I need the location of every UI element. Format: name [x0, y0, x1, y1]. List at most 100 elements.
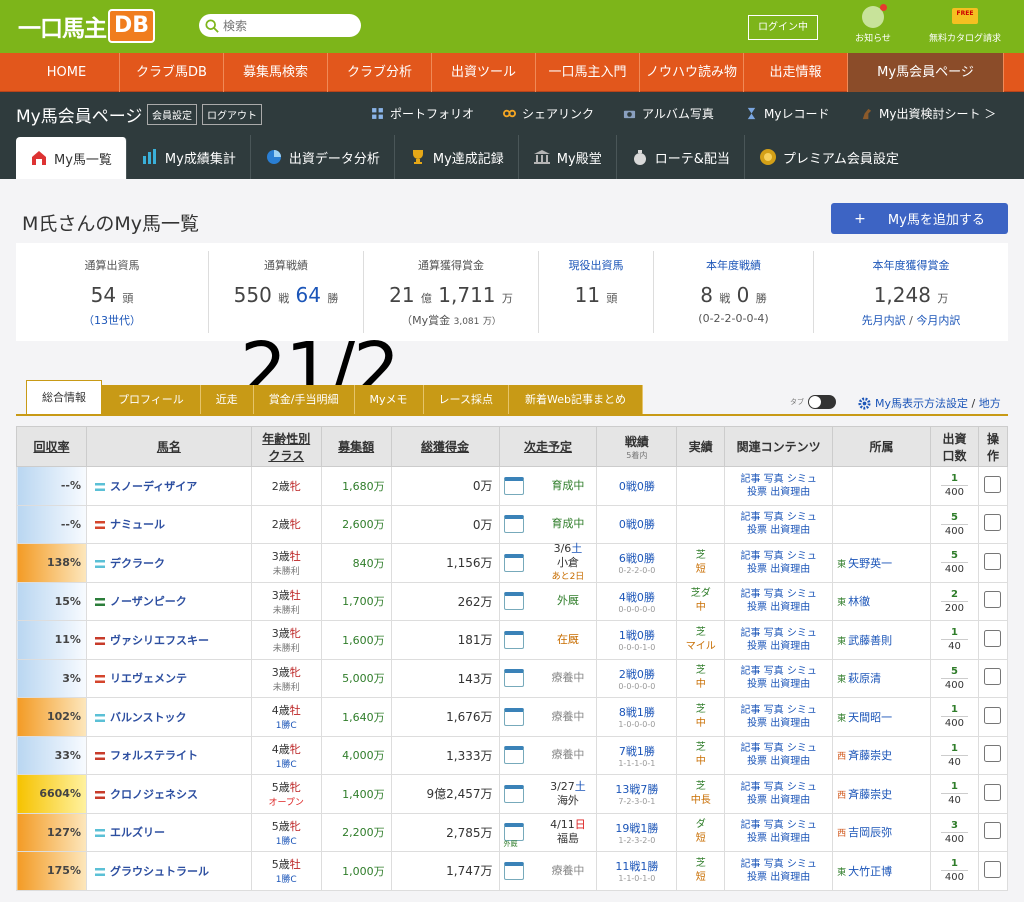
calendar-icon[interactable]	[503, 746, 524, 765]
tab-toggle[interactable]: タブ	[790, 395, 836, 409]
my-record-link[interactable]: Myレコード	[745, 105, 829, 122]
row-checkbox[interactable]	[984, 629, 1002, 647]
nav-home[interactable]: HOME	[14, 53, 120, 92]
calendar-icon[interactable]	[503, 592, 524, 611]
related-content[interactable]: 記事 写真 シミュ 投票 出資理由	[724, 620, 834, 660]
related-links-bottom[interactable]: 投票 出資理由	[747, 602, 810, 613]
related-content[interactable]: 記事 写真 シミュ 投票 出資理由	[724, 774, 834, 814]
row-checkbox[interactable]	[984, 552, 1002, 570]
race-record-link[interactable]: 0戦0勝	[596, 504, 678, 544]
info-tab-prize[interactable]: 賞金/手当明細	[253, 385, 355, 415]
related-content[interactable]: 記事 写真 シミュ 投票 出資理由	[724, 543, 834, 583]
col-horse-name[interactable]: 馬名	[85, 426, 252, 467]
horse-name-link[interactable]: クロノジェネシス	[85, 774, 252, 814]
tab-hall-of-fame[interactable]: My殿堂	[519, 135, 617, 179]
display-settings-link[interactable]: My馬表示方法設定 / 地方	[858, 395, 1001, 411]
related-links-bottom[interactable]: 投票 出資理由	[747, 487, 810, 498]
related-content[interactable]: 記事 写真 シミュ 投票 出資理由	[724, 851, 834, 891]
related-content[interactable]: 記事 写真 シミュ 投票 出資理由	[724, 466, 834, 506]
stable-link[interactable]: 東林徹	[832, 581, 931, 621]
stat-generations-link[interactable]: （13世代）	[16, 312, 208, 328]
horse-name-link[interactable]: エルズリー	[85, 812, 252, 852]
tab-premium-settings[interactable]: プレミアム会員設定	[745, 135, 913, 179]
related-links-bottom[interactable]: 投票 出資理由	[747, 564, 810, 575]
related-links-bottom[interactable]: 投票 出資理由	[747, 795, 810, 806]
stable-link[interactable]: 東萩原清	[832, 658, 931, 698]
info-tab-memo[interactable]: Myメモ	[354, 385, 424, 415]
related-links-bottom[interactable]: 投票 出資理由	[747, 872, 810, 883]
portfolio-link[interactable]: ポートフォリオ	[371, 105, 474, 122]
horse-name-link[interactable]: リエヴェメンテ	[85, 658, 252, 698]
catalog-request-button[interactable]: FREE 無料カタログ請求	[924, 8, 1006, 44]
calendar-icon[interactable]	[503, 707, 524, 726]
horse-name-link[interactable]: スノーディザイア	[85, 466, 252, 506]
col-offer-amount[interactable]: 募集額	[320, 426, 392, 467]
row-checkbox[interactable]	[984, 475, 1002, 493]
row-checkbox[interactable]	[984, 860, 1002, 878]
row-checkbox[interactable]	[984, 783, 1002, 801]
album-link[interactable]: アルバム写真	[623, 105, 714, 122]
this-month-link[interactable]: 今月内訳	[916, 314, 960, 327]
race-record-link[interactable]: 7戦1勝 1-1-1-0-1	[596, 735, 678, 775]
site-logo[interactable]: 一口馬主 DB	[18, 9, 156, 43]
info-tab-race-score[interactable]: レース採点	[423, 385, 509, 415]
info-tab-recent[interactable]: 近走	[200, 385, 254, 415]
stable-link[interactable]: 西吉岡辰弥	[832, 812, 931, 852]
row-checkbox[interactable]	[984, 745, 1002, 763]
horse-name-link[interactable]: ナミュール	[85, 504, 252, 544]
related-links-bottom[interactable]: 投票 出資理由	[747, 641, 810, 652]
horse-name-link[interactable]: グラウシュトラール	[85, 851, 252, 891]
logout-button[interactable]: ログアウト	[202, 104, 262, 125]
info-tab-web-articles[interactable]: 新着Web記事まとめ	[508, 385, 643, 415]
related-links-top[interactable]: 記事 写真 シミュ	[740, 820, 816, 831]
last-month-link[interactable]: 先月内訳	[862, 314, 906, 327]
stable-link[interactable]	[832, 466, 931, 506]
related-content[interactable]: 記事 写真 シミュ 投票 出資理由	[724, 812, 834, 852]
race-record-link[interactable]: 4戦0勝 0-0-0-0-0	[596, 581, 678, 621]
stable-link[interactable]	[832, 504, 931, 544]
horse-name-link[interactable]: デクラーク	[85, 543, 252, 583]
share-link[interactable]: シェアリンク	[503, 105, 594, 122]
nav-knowhow[interactable]: ノウハウ読み物	[640, 53, 744, 92]
col-next-race[interactable]: 次走予定	[498, 426, 598, 467]
tab-investment-analysis[interactable]: 出資データ分析	[251, 135, 395, 179]
race-record-link[interactable]: 11戦1勝 1-1-0-1-0	[596, 851, 678, 891]
area-link[interactable]: 地方	[979, 395, 1001, 411]
stable-link[interactable]: 東矢野英一	[832, 543, 931, 583]
nav-club-db[interactable]: クラブ馬DB	[120, 53, 224, 92]
calendar-icon[interactable]	[503, 515, 524, 534]
race-record-link[interactable]: 6戦0勝 0-2-2-0-0	[596, 543, 678, 583]
horse-name-link[interactable]: ヴァシリエフスキー	[85, 620, 252, 660]
toggle-switch[interactable]	[808, 395, 836, 409]
related-links-top[interactable]: 記事 写真 シミュ	[740, 551, 816, 562]
info-tab-summary[interactable]: 総合情報	[26, 380, 102, 415]
nav-beginner[interactable]: 一口馬主入門	[536, 53, 640, 92]
row-checkbox[interactable]	[984, 514, 1002, 532]
related-content[interactable]: 記事 写真 シミュ 投票 出資理由	[724, 735, 834, 775]
race-record-link[interactable]: 2戦0勝 0-0-0-0-0	[596, 658, 678, 698]
race-record-link[interactable]: 0戦0勝	[596, 466, 678, 506]
stable-link[interactable]: 東武藤善則	[832, 620, 931, 660]
horse-name-link[interactable]: フォルステライト	[85, 735, 252, 775]
race-record-link[interactable]: 19戦1勝 1-2-3-2-0	[596, 812, 678, 852]
nav-invest-tools[interactable]: 出資ツール	[432, 53, 536, 92]
horse-name-link[interactable]: ノーザンピーク	[85, 581, 252, 621]
add-horse-button[interactable]: + My馬を追加する	[831, 203, 1008, 234]
stat-label-link[interactable]: 本年度獲得賞金	[814, 257, 1008, 273]
login-status-button[interactable]: ログイン中	[748, 15, 818, 40]
row-checkbox[interactable]	[984, 591, 1002, 609]
related-links-bottom[interactable]: 投票 出資理由	[747, 756, 810, 767]
related-content[interactable]: 記事 写真 シミュ 投票 出資理由	[724, 581, 834, 621]
calendar-icon[interactable]	[503, 669, 524, 688]
related-links-bottom[interactable]: 投票 出資理由	[747, 833, 810, 844]
race-record-link[interactable]: 13戦7勝 7-2-3-0-1	[596, 774, 678, 814]
related-content[interactable]: 記事 写真 シミュ 投票 出資理由	[724, 658, 834, 698]
calendar-icon[interactable]	[503, 630, 524, 649]
tab-my-horses[interactable]: My馬一覧	[16, 137, 127, 179]
search-input[interactable]	[223, 18, 353, 33]
calendar-icon[interactable]	[503, 784, 524, 803]
tab-rotation-dividend[interactable]: ローテ&配当	[617, 135, 745, 179]
related-links-top[interactable]: 記事 写真 シミュ	[740, 666, 816, 677]
related-links-top[interactable]: 記事 写真 シミュ	[740, 782, 816, 793]
related-links-bottom[interactable]: 投票 出資理由	[747, 679, 810, 690]
